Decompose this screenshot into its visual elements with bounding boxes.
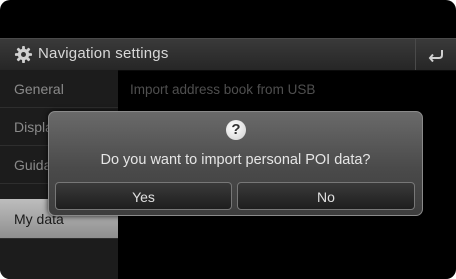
no-button[interactable]: No: [237, 182, 415, 210]
sidebar-item-general[interactable]: General: [0, 70, 118, 108]
sidebar-item-label: General: [14, 81, 64, 97]
back-button[interactable]: [415, 39, 456, 70]
header-bar: Navigation settings: [0, 38, 456, 71]
question-icon: ?: [226, 120, 246, 140]
yes-button[interactable]: Yes: [55, 182, 232, 210]
page-title: Navigation settings: [38, 45, 169, 62]
navigation-settings-screen: Navigation settings General Display Guid…: [0, 0, 456, 279]
back-arrow-icon: [428, 49, 443, 62]
gear-icon: [14, 45, 33, 64]
dialog-message: Do you want to import personal POI data?: [100, 152, 371, 168]
import-poi-dialog: ? Do you want to import personal POI dat…: [48, 111, 423, 216]
